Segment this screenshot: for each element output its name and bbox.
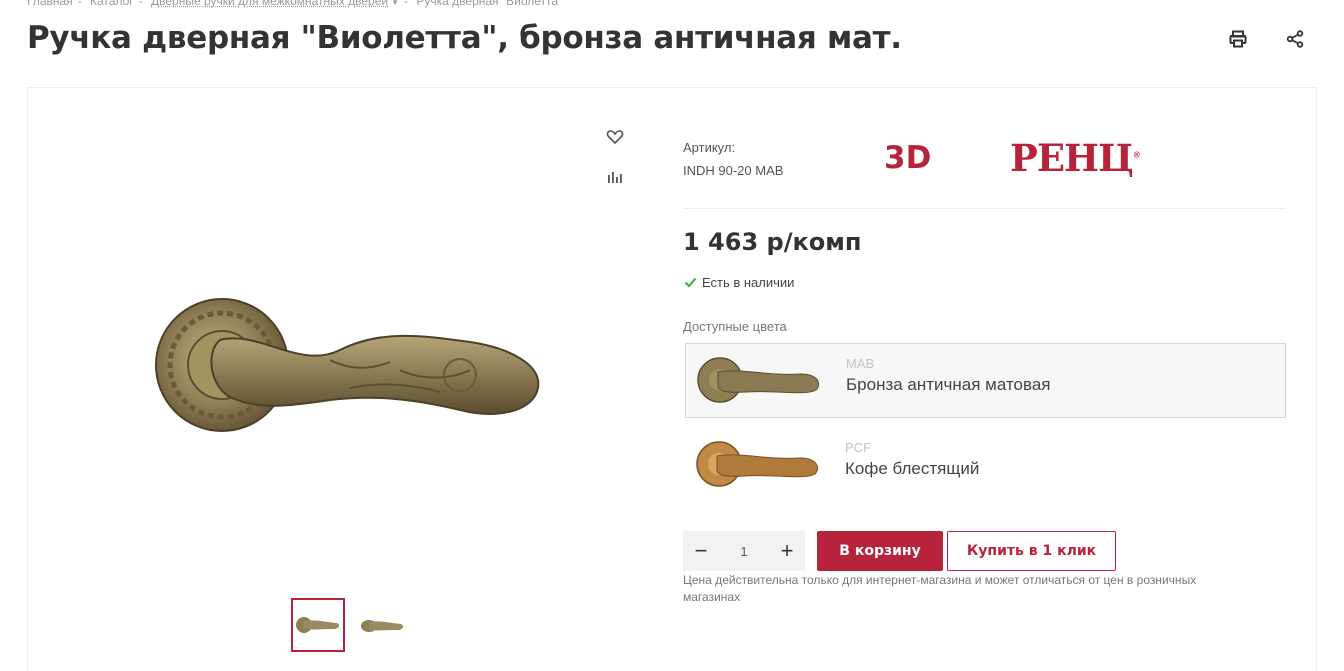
breadcrumb-current: Ручка дверная "Виолетта" <box>416 0 563 8</box>
print-button[interactable] <box>1228 29 1248 54</box>
color-name: Бронза античная матовая <box>846 375 1051 394</box>
breadcrumb-catalog[interactable]: Каталог <box>90 0 134 8</box>
thumbnail-image <box>296 617 340 633</box>
thumbnail-1[interactable] <box>291 598 345 652</box>
compare-icon <box>608 172 622 183</box>
buy-one-click-button[interactable]: Купить в 1 клик <box>947 531 1116 571</box>
breadcrumb-home[interactable]: Главная <box>27 0 73 8</box>
product-image <box>155 298 540 432</box>
breadcrumb-category[interactable]: Дверные ручки для межкомнатных дверей <box>151 0 388 8</box>
share-button[interactable] <box>1285 29 1305 54</box>
article-value: INDH 90-20 MAB <box>683 163 784 178</box>
share-icon <box>1286 30 1304 48</box>
price-note: Цена действительна только для интернет-м… <box>683 573 1197 604</box>
add-to-cart-button[interactable]: В корзину <box>817 531 943 571</box>
color-thumbnail <box>697 357 820 403</box>
color-thumbnail <box>696 441 819 487</box>
article-label: Артикул: <box>683 140 736 155</box>
quantity-increase-button[interactable]: + <box>769 531 805 571</box>
quantity-input[interactable]: 1 <box>724 544 764 559</box>
stock-text: Есть в наличии <box>702 275 795 290</box>
quantity-stepper: − 1 + <box>683 531 805 571</box>
color-name: Кофе блестящий <box>845 459 980 478</box>
quantity-decrease-button[interactable]: − <box>683 531 719 571</box>
stock-status: Есть в наличии <box>684 275 794 290</box>
color-option-mab[interactable]: MAB Бронза античная матовая <box>685 343 1286 418</box>
breadcrumb: Главная - Каталог - Дверные ручки для межк… <box>27 0 562 8</box>
heart-icon <box>606 130 624 145</box>
thumbnail-2[interactable] <box>355 598 409 652</box>
3d-badge[interactable]: 3D <box>884 140 931 176</box>
brand-logo[interactable]: РЕНЦ® <box>1010 136 1141 180</box>
thumbnail-image <box>361 620 404 632</box>
chevron-down-icon[interactable]: ▼ <box>391 0 399 7</box>
divider <box>683 208 1286 209</box>
favorite-button[interactable] <box>606 129 624 150</box>
page-title: Ручка дверная "Виолетта", бронза антична… <box>27 20 902 56</box>
print-icon <box>1229 30 1247 48</box>
color-code: PCF <box>845 440 871 455</box>
colors-label: Доступные цвета <box>683 319 787 334</box>
price: 1 463 р/комп <box>683 228 862 256</box>
check-icon <box>684 277 697 288</box>
color-code: MAB <box>846 356 875 371</box>
color-option-pcf[interactable]: PCF Кофе блестящий <box>685 428 1286 503</box>
compare-button[interactable] <box>606 167 624 190</box>
